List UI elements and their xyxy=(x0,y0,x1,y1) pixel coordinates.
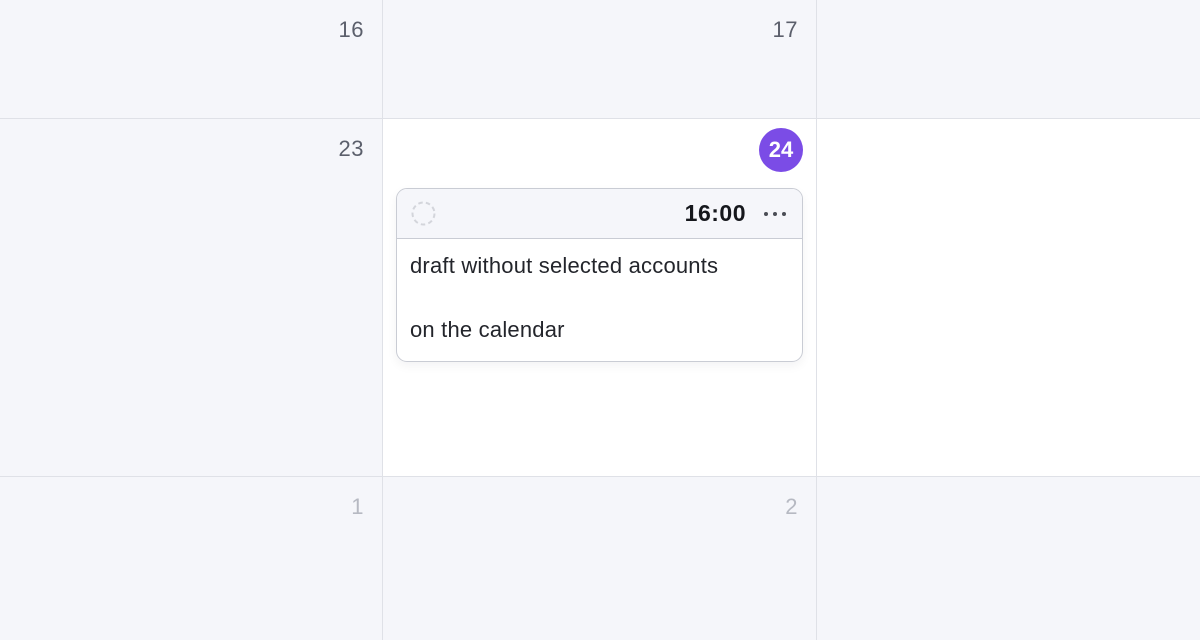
today-day-badge: 24 xyxy=(759,128,803,172)
post-card-body: draft without selected accounts on the c… xyxy=(397,239,802,344)
more-options-button[interactable] xyxy=(760,199,790,229)
day-cell-16[interactable]: 16 xyxy=(0,0,383,119)
dashed-circle-icon xyxy=(411,201,436,226)
day-number: 23 xyxy=(338,136,364,161)
day-cell-17[interactable]: 17 xyxy=(383,0,817,119)
post-text-line: draft without selected accounts xyxy=(410,253,719,278)
more-horizontal-icon xyxy=(764,211,786,216)
post-time: 16:00 xyxy=(684,200,746,226)
day-cell-24-today[interactable]: 24 16:00 draft without selected accounts… xyxy=(383,119,817,477)
day-number: 1 xyxy=(351,494,364,519)
post-card-header: 16:00 xyxy=(397,189,802,239)
day-cell-2[interactable]: 2 xyxy=(383,477,817,640)
day-number: 16 xyxy=(338,17,364,42)
day-cell-25[interactable] xyxy=(817,119,1200,477)
day-cell-3[interactable] xyxy=(817,477,1200,640)
day-number: 2 xyxy=(785,494,798,519)
post-card[interactable]: 16:00 draft without selected accounts on… xyxy=(396,188,803,362)
post-text-line: on the calendar xyxy=(410,317,565,343)
day-cell-1[interactable]: 1 xyxy=(0,477,383,640)
calendar-grid: 16 17 23 24 16:00 draft without selected… xyxy=(0,0,1200,640)
day-number: 17 xyxy=(772,17,798,42)
day-cell-23[interactable]: 23 xyxy=(0,119,383,477)
day-cell-18[interactable] xyxy=(817,0,1200,119)
